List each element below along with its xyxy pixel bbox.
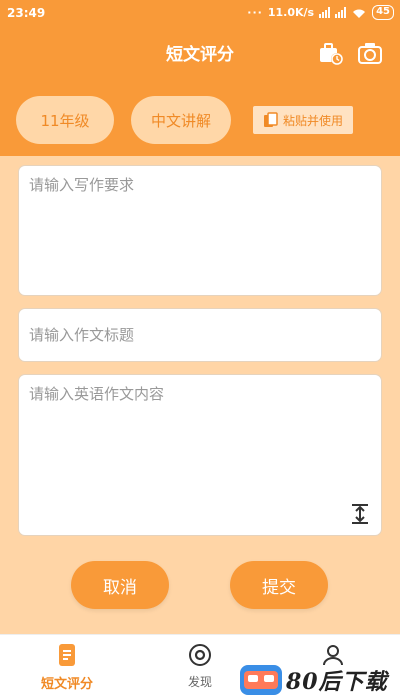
header-bar: 23:49 ··· 11.0K/s 45 短文评分 11年级 中文讲解 粘贴并使… bbox=[0, 0, 400, 156]
document-icon bbox=[59, 644, 75, 666]
camera-icon[interactable] bbox=[357, 40, 383, 66]
cancel-button[interactable]: 取消 bbox=[71, 561, 169, 609]
battery-icon: 45 bbox=[372, 5, 394, 20]
essay-content-field bbox=[18, 374, 382, 536]
submit-button[interactable]: 提交 bbox=[230, 561, 328, 609]
essay-content-input[interactable] bbox=[19, 375, 381, 535]
chinese-explain-toggle[interactable]: 中文讲解 bbox=[131, 96, 231, 144]
notification-dots-icon: ··· bbox=[247, 6, 263, 19]
watermark-text: 80后下载 bbox=[286, 669, 388, 695]
status-bar: 23:49 ··· 11.0K/s 45 bbox=[0, 0, 400, 26]
signal-icon-2 bbox=[335, 7, 347, 18]
requirement-field bbox=[18, 165, 382, 296]
paste-label: 粘贴并使用 bbox=[282, 113, 343, 128]
paste-icon bbox=[263, 112, 278, 127]
status-indicators: ··· 11.0K/s 45 bbox=[247, 5, 394, 20]
paste-and-use-button[interactable]: 粘贴并使用 bbox=[253, 106, 353, 134]
network-speed: 11.0K/s bbox=[267, 6, 315, 19]
signal-icon bbox=[319, 7, 331, 18]
compass-icon bbox=[189, 644, 211, 666]
status-time: 23:49 bbox=[7, 6, 46, 20]
nav-label-discover: 发现 bbox=[187, 675, 212, 689]
nav-item-essay-score[interactable]: 短文评分 bbox=[12, 643, 122, 692]
grade-selector[interactable]: 11年级 bbox=[16, 96, 114, 144]
watermark: 80后下载 bbox=[240, 664, 388, 696]
requirement-input[interactable] bbox=[19, 166, 381, 295]
nav-label-essay-score: 短文评分 bbox=[40, 677, 93, 692]
nav-item-discover[interactable]: 发现 bbox=[145, 643, 255, 690]
watermark-logo-icon bbox=[240, 665, 282, 695]
wifi-icon bbox=[353, 9, 366, 18]
briefcase-clock-icon[interactable] bbox=[318, 40, 344, 66]
essay-title-field bbox=[18, 308, 382, 362]
expand-icon[interactable] bbox=[349, 503, 371, 525]
essay-title-input[interactable] bbox=[19, 309, 381, 361]
